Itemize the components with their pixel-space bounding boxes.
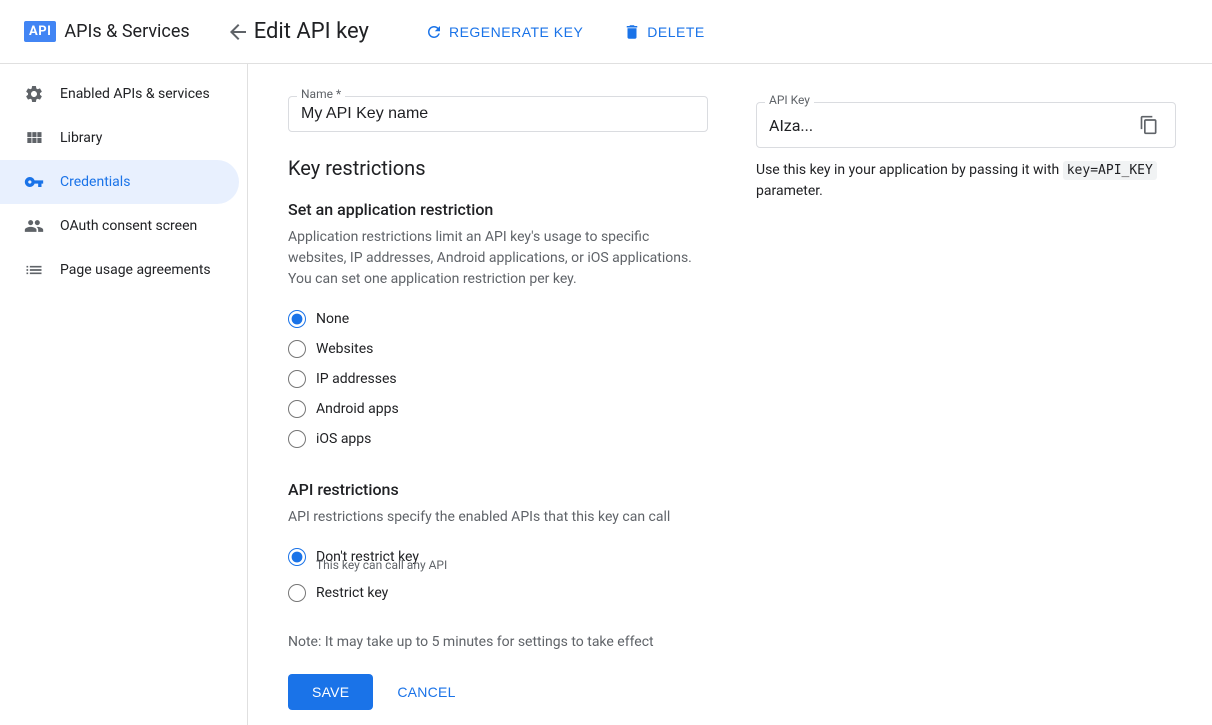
delete-label: DELETE bbox=[647, 24, 704, 40]
sidebar: Enabled APIs & services Library Credenti… bbox=[0, 64, 248, 725]
api-key-field-wrapper: API Key AIza... Use this key in your app… bbox=[756, 102, 1176, 202]
regenerate-label: REGENERATE KEY bbox=[449, 24, 583, 40]
note-text: Note: It may take up to 5 minutes for se… bbox=[288, 634, 708, 650]
app-restriction-title: Set an application restriction bbox=[288, 200, 708, 219]
radio-ios[interactable]: iOS apps bbox=[288, 430, 708, 448]
copy-icon bbox=[1139, 115, 1159, 135]
delete-icon bbox=[623, 23, 641, 41]
library-icon bbox=[24, 128, 44, 148]
header-actions: REGENERATE KEY DELETE bbox=[417, 19, 713, 45]
api-key-hint-text: Use this key in your application by pass… bbox=[756, 160, 1176, 202]
content-grid: Name * Key restrictions Set an applicati… bbox=[288, 96, 1172, 710]
sidebar-label-credentials: Credentials bbox=[60, 174, 130, 190]
gear-icon bbox=[24, 84, 44, 104]
radio-restrict-input[interactable] bbox=[288, 584, 306, 602]
sidebar-item-credentials[interactable]: Credentials bbox=[0, 160, 239, 204]
api-logo-text: API bbox=[24, 21, 56, 42]
sidebar-label-oauth: OAuth consent screen bbox=[60, 218, 197, 234]
dont-restrict-hint: This key can call any API bbox=[316, 558, 708, 572]
name-input[interactable] bbox=[301, 105, 695, 123]
radio-dont-restrict-input[interactable] bbox=[288, 548, 306, 566]
api-key-hint-prefix: Use this key in your application by pass… bbox=[756, 162, 1059, 178]
sidebar-item-library[interactable]: Library bbox=[0, 116, 239, 160]
sidebar-item-oauth[interactable]: OAuth consent screen bbox=[0, 204, 239, 248]
radio-websites[interactable]: Websites bbox=[288, 340, 708, 358]
name-field-group: Name * bbox=[288, 96, 708, 132]
api-restriction-title: API restrictions bbox=[288, 480, 708, 499]
sidebar-label-enabled-apis: Enabled APIs & services bbox=[60, 86, 210, 102]
app-title: APIs & Services bbox=[64, 21, 189, 42]
sidebar-item-page-usage[interactable]: Page usage agreements bbox=[0, 248, 239, 292]
app-logo: API APIs & Services bbox=[24, 21, 190, 42]
sidebar-label-page-usage: Page usage agreements bbox=[60, 262, 211, 278]
right-column: API Key AIza... Use this key in your app… bbox=[756, 96, 1176, 710]
radio-restrict[interactable]: Restrict key bbox=[288, 584, 708, 602]
people-icon bbox=[24, 216, 44, 236]
sidebar-item-enabled-apis[interactable]: Enabled APIs & services bbox=[0, 72, 239, 116]
api-restriction-block: API restrictions API restrictions specif… bbox=[288, 480, 708, 602]
main-layout: Enabled APIs & services Library Credenti… bbox=[0, 64, 1212, 725]
save-button[interactable]: SAVE bbox=[288, 674, 373, 710]
left-column: Name * Key restrictions Set an applicati… bbox=[288, 96, 708, 710]
radio-android-label: Android apps bbox=[316, 401, 399, 417]
sidebar-label-library: Library bbox=[60, 130, 102, 146]
delete-button[interactable]: DELETE bbox=[615, 19, 712, 45]
radio-none[interactable]: None bbox=[288, 310, 708, 328]
section-title: Key restrictions bbox=[288, 156, 708, 180]
topbar: API APIs & Services Edit API key REGENER… bbox=[0, 0, 1212, 64]
key-icon bbox=[24, 172, 44, 192]
radio-none-label: None bbox=[316, 311, 349, 327]
radio-websites-input[interactable] bbox=[288, 340, 306, 358]
api-restriction-radio-group: Don't restrict key This key can call any… bbox=[288, 548, 708, 602]
radio-none-input[interactable] bbox=[288, 310, 306, 328]
radio-android[interactable]: Android apps bbox=[288, 400, 708, 418]
page-title: Edit API key bbox=[254, 19, 369, 44]
radio-android-input[interactable] bbox=[288, 400, 306, 418]
name-field-container: Name * bbox=[288, 96, 708, 132]
copy-key-button[interactable] bbox=[1135, 111, 1163, 139]
radio-restrict-label: Restrict key bbox=[316, 585, 388, 601]
app-restriction-desc: Application restrictions limit an API ke… bbox=[288, 227, 708, 290]
api-key-hint-suffix: parameter. bbox=[756, 183, 823, 199]
list-icon bbox=[24, 260, 44, 280]
key-restrictions-section: Key restrictions Set an application rest… bbox=[288, 156, 708, 710]
radio-ip-label: IP addresses bbox=[316, 371, 397, 387]
name-label: Name * bbox=[297, 87, 345, 101]
app-restriction-radio-group: None Websites IP addresses bbox=[288, 310, 708, 448]
main-content: Name * Key restrictions Set an applicati… bbox=[248, 64, 1212, 725]
api-key-param: key=API_KEY bbox=[1063, 161, 1157, 180]
radio-ios-label: iOS apps bbox=[316, 431, 371, 447]
radio-ios-input[interactable] bbox=[288, 430, 306, 448]
api-restriction-desc: API restrictions specify the enabled API… bbox=[288, 507, 708, 528]
api-key-value: AIza... bbox=[769, 116, 1135, 135]
radio-websites-label: Websites bbox=[316, 341, 373, 357]
cancel-button[interactable]: CANCEL bbox=[389, 674, 463, 710]
radio-ip[interactable]: IP addresses bbox=[288, 370, 708, 388]
form-actions: SAVE CANCEL bbox=[288, 674, 708, 710]
api-key-field-container: API Key AIza... bbox=[756, 102, 1176, 148]
radio-ip-input[interactable] bbox=[288, 370, 306, 388]
regenerate-key-button[interactable]: REGENERATE KEY bbox=[417, 19, 591, 45]
api-radio-dont-restrict-wrapper: Don't restrict key This key can call any… bbox=[288, 548, 708, 572]
api-key-label: API Key bbox=[765, 93, 814, 107]
back-button[interactable] bbox=[222, 16, 254, 48]
regenerate-icon bbox=[425, 23, 443, 41]
app-restriction-block: Set an application restriction Applicati… bbox=[288, 200, 708, 448]
